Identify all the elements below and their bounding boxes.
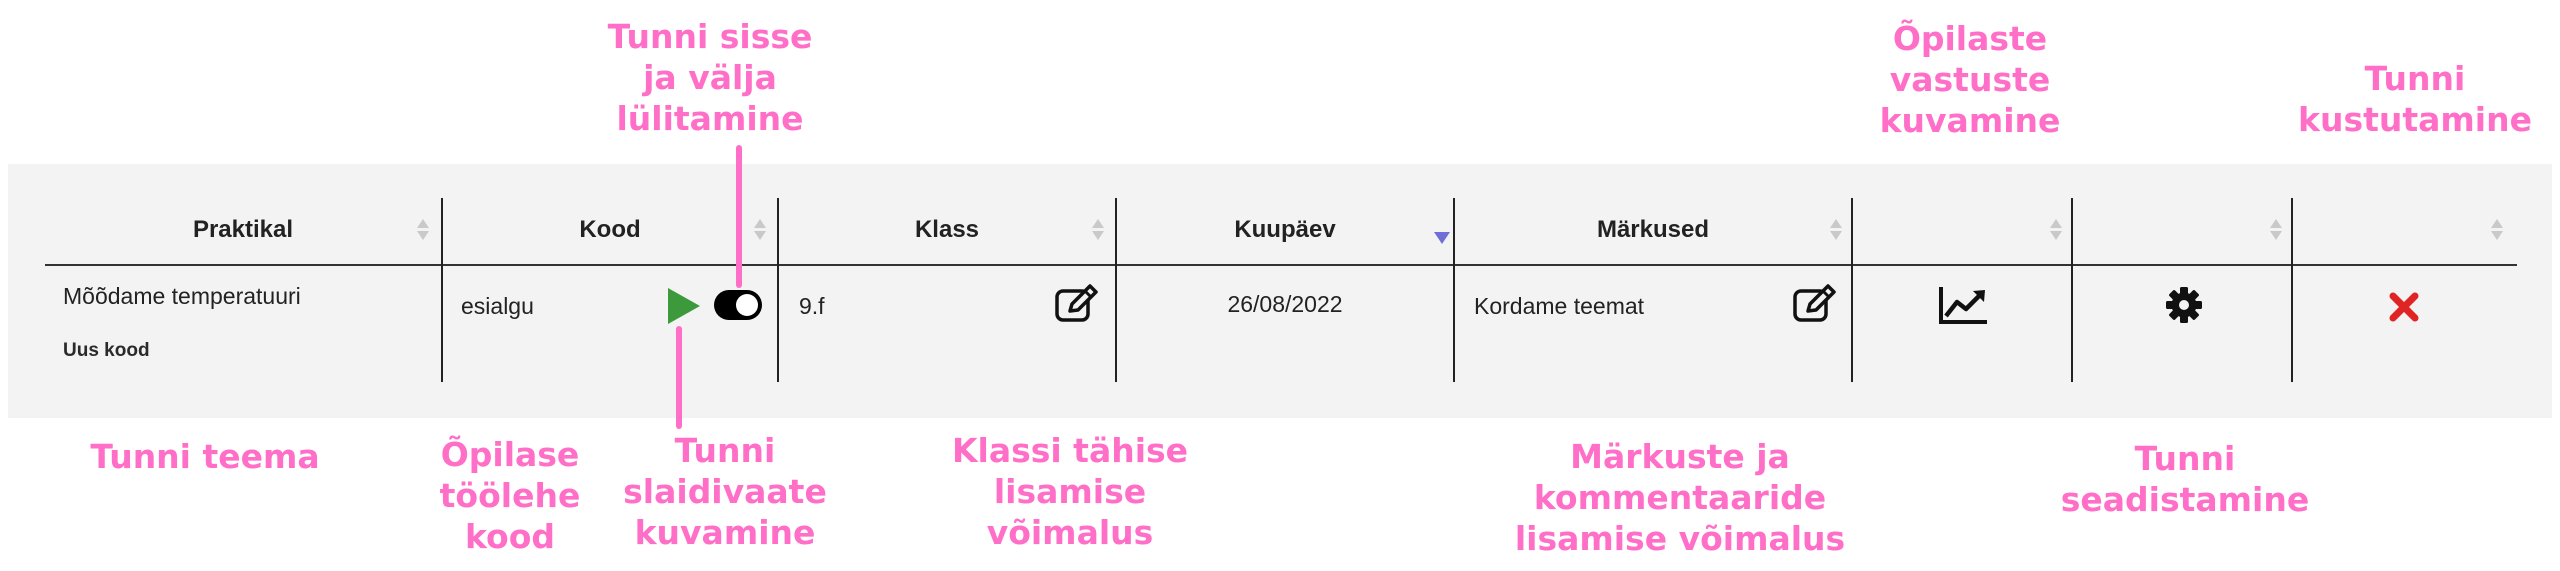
edit-class-icon[interactable] — [1054, 284, 1098, 324]
callout-toggle-line2: ja välja — [643, 58, 777, 97]
callout-leader-slides — [676, 326, 682, 429]
callout-toggle-line3: lülitamine — [616, 99, 804, 138]
column-divider — [1851, 198, 1853, 382]
callout-class-line3: võimalus — [986, 513, 1154, 552]
chart-icon[interactable] — [1938, 284, 1990, 326]
callout-delete-line1: Tunni — [2364, 59, 2466, 98]
callout-notes-line3: lisamise võimalus — [1514, 519, 1846, 558]
callout-notes-line1: Märkuste ja — [1570, 437, 1790, 476]
callout-topic: Tunni teema — [60, 436, 350, 477]
header-kood[interactable]: Kood — [443, 200, 777, 260]
callout-delete: Tunni kustutamine — [2290, 58, 2540, 140]
student-code: esialgu — [461, 293, 534, 319]
header-answers[interactable] — [1853, 200, 2071, 260]
date-value: 26/08/2022 — [1227, 291, 1343, 317]
header-divider — [45, 264, 2517, 266]
header-praktikal[interactable]: Praktikal — [45, 200, 441, 260]
column-divider — [777, 198, 779, 382]
callout-slides-line3: kuvamine — [634, 513, 816, 552]
callout-delete-line2: kustutamine — [2298, 100, 2532, 139]
sort-icon[interactable] — [754, 214, 766, 244]
gear-icon[interactable] — [2165, 286, 2203, 324]
column-divider — [1115, 198, 1117, 382]
header-settings[interactable] — [2073, 200, 2291, 260]
callout-leader-toggle — [736, 145, 742, 288]
header-markused[interactable]: Märkused — [1455, 200, 1851, 260]
lesson-title[interactable]: Mõõdame temperatuuri — [63, 283, 301, 310]
header-klass[interactable]: Klass — [779, 200, 1115, 260]
callout-slides-line2: slaidivaate — [623, 472, 827, 511]
callout-answers: Õpilaste vastuste kuvamine — [1850, 18, 2090, 141]
callout-class: Klassi tähise lisamise võimalus — [930, 430, 1210, 553]
class-value: 9.f — [799, 293, 825, 319]
header-delete[interactable] — [2293, 200, 2517, 260]
callout-class-line1: Klassi tähise — [951, 431, 1189, 470]
toggle-knob — [736, 294, 758, 316]
callout-topic-line1: Tunni teema — [90, 437, 320, 476]
play-icon[interactable] — [668, 288, 700, 324]
new-code-link[interactable]: Uus kood — [63, 340, 150, 362]
column-divider — [2071, 198, 2073, 382]
callout-notes-line2: kommentaaride — [1533, 478, 1827, 517]
callout-settings-line1: Tunni — [2134, 439, 2236, 478]
sort-descending-icon[interactable] — [1434, 232, 1450, 244]
callout-toggle-line1: Tunni sisse — [607, 17, 813, 56]
callout-toggle: Tunni sisse ja välja lülitamine — [590, 16, 830, 139]
sort-icon[interactable] — [1830, 214, 1842, 244]
delete-icon[interactable] — [2388, 291, 2420, 323]
callout-settings: Tunni seadistamine — [2040, 438, 2330, 520]
sort-icon[interactable] — [417, 214, 429, 244]
sort-icon[interactable] — [2050, 214, 2062, 244]
header-kuupaev[interactable]: Kuupäev — [1117, 200, 1453, 260]
sort-icon[interactable] — [2491, 214, 2503, 244]
callout-notes: Märkuste ja kommentaaride lisamise võima… — [1500, 436, 1860, 559]
callout-slides-line1: Tunni — [674, 431, 776, 470]
callout-answers-line2: vastuste — [1889, 60, 2051, 99]
sort-icon[interactable] — [2270, 214, 2282, 244]
callout-slides: Tunni slaidivaate kuvamine — [610, 430, 840, 553]
lesson-toggle-switch[interactable] — [714, 290, 762, 320]
column-divider — [1453, 198, 1455, 382]
callout-class-line2: lisamise — [993, 472, 1147, 511]
callout-answers-line3: kuvamine — [1879, 101, 2061, 140]
callout-code-line3: kood — [464, 517, 556, 556]
column-divider — [441, 198, 443, 382]
sort-icon[interactable] — [1092, 214, 1104, 244]
notes-value: Kordame teemat — [1474, 293, 1645, 319]
callout-code-line2: töölehe — [439, 476, 581, 515]
edit-notes-icon[interactable] — [1792, 284, 1836, 324]
column-divider — [2291, 198, 2293, 382]
callout-code: Õpilase töölehe kood — [410, 434, 610, 557]
callout-answers-line1: Õpilaste — [1892, 19, 2048, 58]
callout-settings-line2: seadistamine — [2060, 480, 2310, 519]
callout-code-line1: Õpilase — [440, 435, 580, 474]
